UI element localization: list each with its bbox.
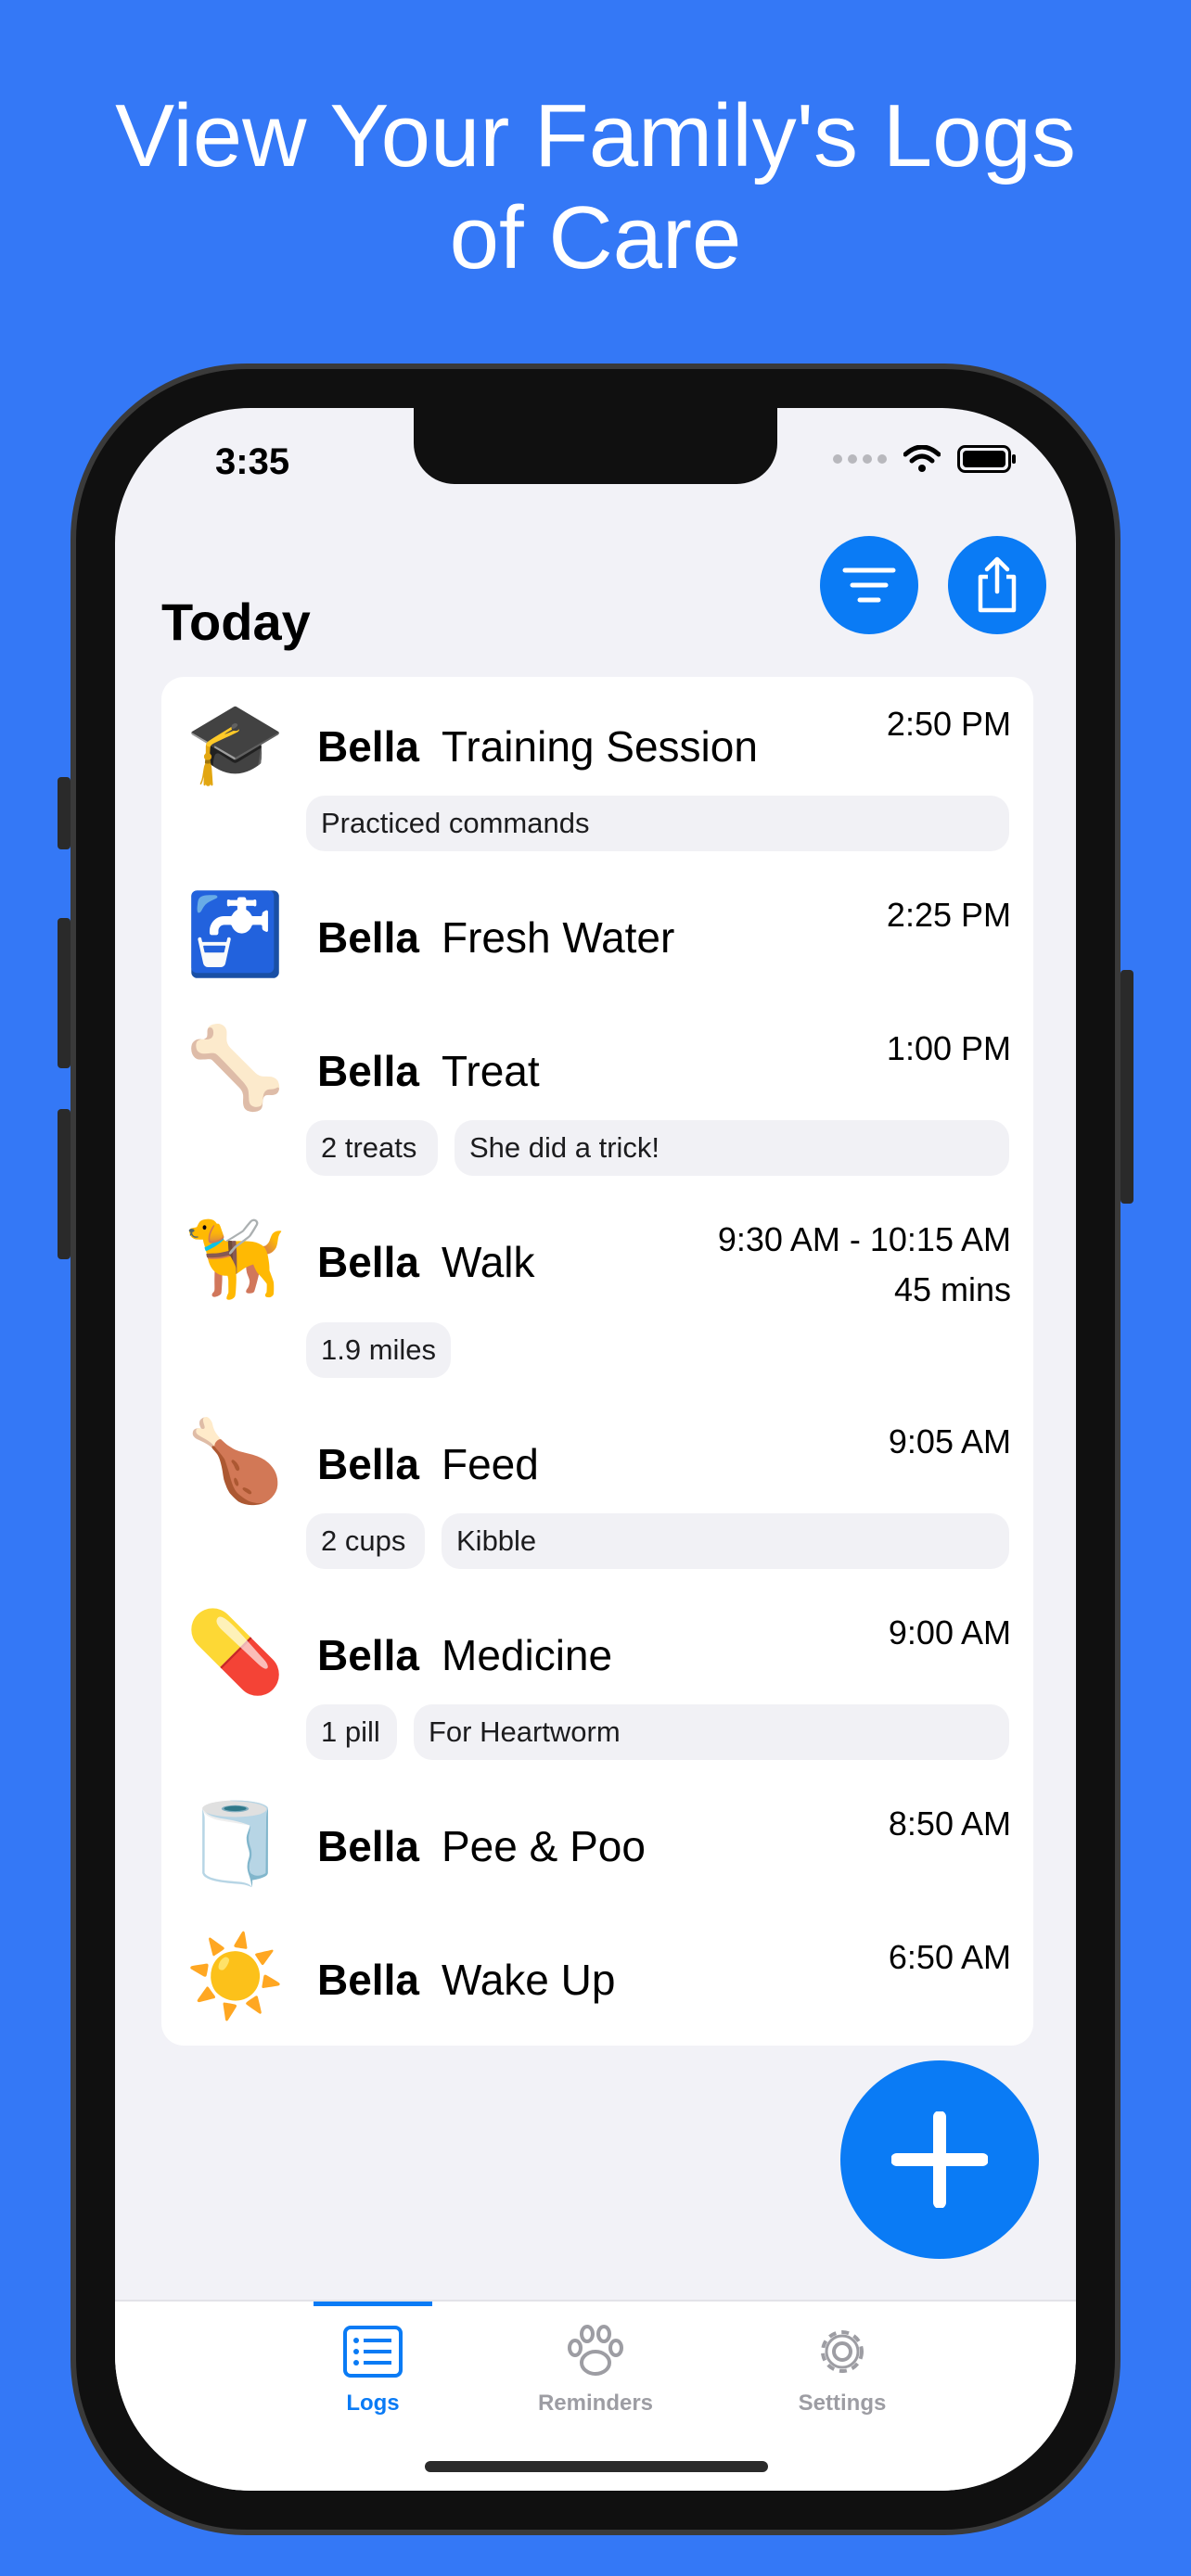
pet-name: Bella xyxy=(317,722,419,771)
filter-button[interactable] xyxy=(820,536,918,634)
plus-icon xyxy=(891,2111,988,2208)
pet-name: Bella xyxy=(317,1238,419,1286)
log-list: 🎓 Bella Training Session 2:50 PM Practic… xyxy=(161,677,1033,2046)
log-entry-treat[interactable]: 🦴 Bella Treat 1:00 PM 2 treats She did a… xyxy=(161,1001,1033,1192)
log-time: 9:00 AM xyxy=(888,1613,1011,1651)
log-amount-pill: 2 treats xyxy=(306,1120,438,1176)
headline: View Your Family's Logs of Care xyxy=(0,85,1191,289)
tab-reminders[interactable]: Reminders xyxy=(503,2302,688,2431)
log-entry-training-session[interactable]: 🎓 Bella Training Session 2:50 PM Practic… xyxy=(161,677,1033,868)
log-note-pill: For Heartworm xyxy=(414,1704,1009,1760)
graduation-cap-icon: 🎓 xyxy=(186,697,286,790)
toilet-paper-icon: 🧻 xyxy=(186,1797,286,1890)
log-amount-pill: 2 cups xyxy=(306,1513,425,1569)
log-action: Feed xyxy=(442,1440,539,1488)
share-button[interactable] xyxy=(948,536,1046,634)
drumstick-icon: 🍗 xyxy=(186,1415,286,1508)
log-entry-feed[interactable]: 🍗 Bella Feed 9:05 AM 2 cups Kibble xyxy=(161,1395,1033,1586)
pet-name: Bella xyxy=(317,1440,419,1488)
log-entry-medicine[interactable]: 💊 Bella Medicine 9:00 AM 1 pill For Hear… xyxy=(161,1586,1033,1777)
headline-line-1: View Your Family's Logs xyxy=(115,86,1076,185)
log-action: Medicine xyxy=(442,1631,613,1679)
notch xyxy=(414,408,777,484)
log-time: 6:50 AM xyxy=(888,1938,1011,1976)
headline-line-2: of Care xyxy=(449,188,742,287)
log-action: Wake Up xyxy=(442,1956,616,2004)
log-action: Pee & Poo xyxy=(442,1822,646,1870)
log-action: Walk xyxy=(442,1238,535,1286)
wifi-icon xyxy=(903,445,941,472)
pet-name: Bella xyxy=(317,1631,419,1679)
log-time: 8:50 AM xyxy=(888,1804,1011,1843)
log-action: Fresh Water xyxy=(442,913,675,962)
log-time: 9:05 AM xyxy=(888,1422,1011,1460)
pet-name: Bella xyxy=(317,1956,419,2004)
gear-icon xyxy=(821,2330,864,2373)
log-note-pill: Practiced commands xyxy=(306,796,1009,851)
log-action: Treat xyxy=(442,1047,540,1095)
bone-icon: 🦴 xyxy=(186,1022,286,1115)
log-distance-pill: 1.9 miles xyxy=(306,1322,451,1378)
log-time: 2:50 PM xyxy=(886,705,1011,743)
logs-list-icon xyxy=(343,2326,403,2378)
paw-icon xyxy=(568,2325,623,2376)
sun-icon: ☀️ xyxy=(186,1931,286,2023)
pet-name: Bella xyxy=(317,1822,419,1870)
pet-name: Bella xyxy=(317,913,419,962)
log-duration: 45 mins xyxy=(893,1270,1011,1308)
volume-down-button xyxy=(58,1109,70,1259)
share-icon xyxy=(978,556,1017,613)
filter-icon xyxy=(842,567,896,603)
log-entry-wake-up[interactable]: ☀️ Bella Wake Up 6:50 AM xyxy=(161,1910,1033,2044)
status-time: 3:35 xyxy=(215,441,290,482)
log-time: 2:25 PM xyxy=(886,896,1011,934)
add-log-button[interactable] xyxy=(840,2060,1039,2259)
tab-logs[interactable]: Logs xyxy=(280,2302,466,2431)
tab-label-settings: Settings xyxy=(798,2391,887,2416)
active-tab-indicator xyxy=(314,2302,432,2306)
log-amount-pill: 1 pill xyxy=(306,1704,397,1760)
page-title: Today xyxy=(161,593,311,651)
cellular-signal-icon xyxy=(833,454,887,464)
tab-settings[interactable]: Settings xyxy=(749,2302,935,2431)
pet-name: Bella xyxy=(317,1047,419,1095)
log-entry-walk[interactable]: 🦮 Bella Walk 9:30 AM - 10:15 AM 45 mins … xyxy=(161,1192,1033,1395)
log-action: Training Session xyxy=(442,722,758,771)
tab-label-logs: Logs xyxy=(346,2391,400,2416)
water-faucet-icon: 🚰 xyxy=(186,888,286,981)
log-time: 1:00 PM xyxy=(886,1029,1011,1067)
home-indicator[interactable] xyxy=(425,2461,768,2472)
power-button xyxy=(1121,970,1133,1204)
volume-up-button xyxy=(58,918,70,1068)
log-note-pill: Kibble xyxy=(442,1513,1009,1569)
pill-icon: 💊 xyxy=(186,1606,286,1699)
log-entry-pee-and-poo[interactable]: 🧻 Bella Pee & Poo 8:50 AM xyxy=(161,1777,1033,1910)
phone-screen: 3:35 Today 🎓 Bella Training Session 2:50… xyxy=(115,408,1076,2491)
status-icons xyxy=(833,445,1017,473)
mute-switch xyxy=(58,777,70,849)
log-time: 9:30 AM - 10:15 AM xyxy=(717,1220,1011,1258)
log-entry-fresh-water[interactable]: 🚰 Bella Fresh Water 2:25 PM xyxy=(161,868,1033,1001)
battery-icon xyxy=(957,445,1016,473)
log-note-pill: She did a trick! xyxy=(455,1120,1009,1176)
tab-label-reminders: Reminders xyxy=(537,2391,654,2416)
guide-dog-icon: 🦮 xyxy=(186,1213,286,1306)
